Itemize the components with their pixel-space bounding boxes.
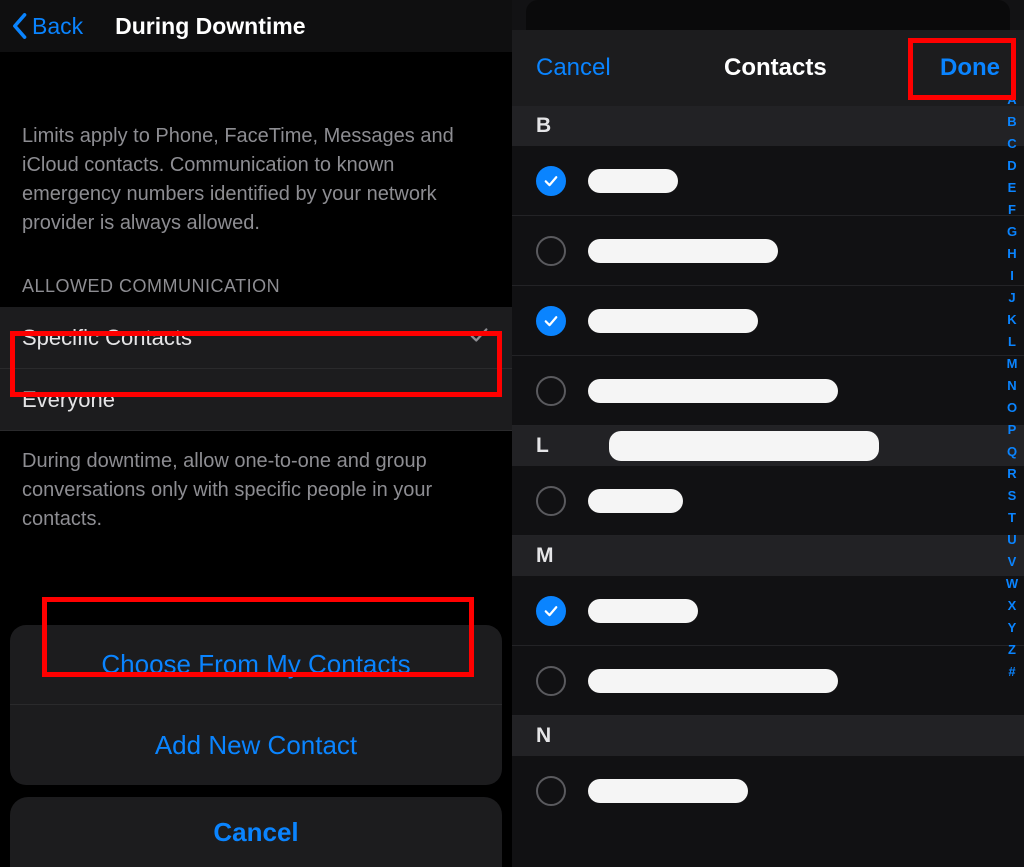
- index-letter[interactable]: D: [1007, 156, 1016, 176]
- checkbox-unchecked-icon[interactable]: [536, 486, 566, 516]
- redacted-name: [588, 779, 748, 803]
- contact-row[interactable]: [512, 356, 1024, 426]
- index-letter[interactable]: R: [1007, 464, 1016, 484]
- index-letter[interactable]: X: [1008, 596, 1017, 616]
- index-letter[interactable]: V: [1008, 552, 1017, 572]
- cancel-button[interactable]: Cancel: [536, 54, 611, 82]
- index-letter[interactable]: U: [1007, 530, 1016, 550]
- action-sheet: Choose From My Contacts Add New Contact …: [0, 625, 512, 867]
- index-letter[interactable]: L: [1008, 332, 1016, 352]
- checkbox-checked-icon[interactable]: [536, 306, 566, 336]
- done-button[interactable]: Done: [940, 54, 1000, 82]
- screenshot-container: Back During Downtime Limits apply to Pho…: [0, 0, 1024, 867]
- checkbox-unchecked-icon[interactable]: [536, 666, 566, 696]
- index-letter[interactable]: P: [1008, 420, 1017, 440]
- checkmark-icon: [468, 324, 490, 352]
- sheet-cancel-button[interactable]: Cancel: [10, 797, 502, 867]
- index-letter[interactable]: N: [1007, 376, 1016, 396]
- option-specific-contacts[interactable]: Specific Contacts: [0, 307, 512, 369]
- checkbox-checked-icon[interactable]: [536, 166, 566, 196]
- index-letter[interactable]: H: [1007, 244, 1016, 264]
- contact-row[interactable]: [512, 146, 1024, 216]
- contacts-section-header: B: [512, 106, 1024, 146]
- contact-row[interactable]: [512, 756, 1024, 826]
- option-label: Everyone: [22, 387, 115, 413]
- sheet-cancel-label: Cancel: [213, 817, 298, 848]
- redacted-name: [588, 669, 838, 693]
- footer-text: During downtime, allow one-to-one and gr…: [0, 431, 512, 534]
- contacts-title: Contacts: [724, 54, 827, 82]
- option-everyone[interactable]: Everyone: [0, 369, 512, 431]
- redacted-name: [588, 169, 678, 193]
- contact-row[interactable]: [512, 466, 1024, 536]
- alphabet-index[interactable]: ABCDEFGHIJKLMNOPQRSTUVWXYZ#: [1002, 90, 1022, 682]
- settings-pane: Back During Downtime Limits apply to Pho…: [0, 0, 512, 867]
- contact-row[interactable]: [512, 286, 1024, 356]
- contacts-section-header: N: [512, 716, 1024, 756]
- option-label: Specific Contacts: [22, 325, 192, 351]
- page-title: During Downtime: [115, 13, 305, 40]
- index-letter[interactable]: Z: [1008, 640, 1016, 660]
- chevron-left-icon: [10, 12, 28, 40]
- index-letter[interactable]: E: [1008, 178, 1017, 198]
- index-letter[interactable]: C: [1007, 134, 1016, 154]
- contact-row[interactable]: [512, 646, 1024, 716]
- description-text: Limits apply to Phone, FaceTime, Message…: [0, 52, 512, 238]
- redacted-name: [588, 379, 838, 403]
- redacted-name: [609, 431, 879, 461]
- sheet-item-label: Choose From My Contacts: [101, 649, 410, 680]
- choose-from-contacts-button[interactable]: Choose From My Contacts: [10, 625, 502, 705]
- redacted-name: [588, 599, 698, 623]
- contacts-section-header: L: [512, 426, 1024, 466]
- sheet-stack-indicator: [526, 0, 1010, 30]
- index-letter[interactable]: K: [1007, 310, 1016, 330]
- contact-row[interactable]: [512, 576, 1024, 646]
- contacts-nav-bar: Cancel Contacts Done: [512, 30, 1024, 106]
- back-label: Back: [32, 13, 83, 40]
- contacts-section-header: M: [512, 536, 1024, 576]
- index-letter[interactable]: S: [1008, 486, 1017, 506]
- redacted-name: [588, 239, 778, 263]
- index-letter[interactable]: I: [1010, 266, 1014, 286]
- index-letter[interactable]: A: [1007, 90, 1016, 110]
- checkbox-checked-icon[interactable]: [536, 596, 566, 626]
- contacts-list[interactable]: BLMN: [512, 106, 1024, 867]
- index-letter[interactable]: Y: [1008, 618, 1017, 638]
- index-letter[interactable]: F: [1008, 200, 1016, 220]
- action-sheet-group: Choose From My Contacts Add New Contact: [10, 625, 502, 785]
- add-new-contact-button[interactable]: Add New Contact: [10, 705, 502, 785]
- index-letter[interactable]: O: [1007, 398, 1017, 418]
- checkbox-unchecked-icon[interactable]: [536, 236, 566, 266]
- index-letter[interactable]: M: [1007, 354, 1018, 374]
- index-letter[interactable]: B: [1007, 112, 1016, 132]
- sheet-item-label: Add New Contact: [155, 730, 357, 761]
- checkbox-unchecked-icon[interactable]: [536, 776, 566, 806]
- back-button[interactable]: Back: [10, 12, 83, 40]
- section-header: ALLOWED COMMUNICATION: [0, 238, 512, 307]
- redacted-name: [588, 309, 758, 333]
- checkbox-unchecked-icon[interactable]: [536, 376, 566, 406]
- nav-bar: Back During Downtime: [0, 0, 512, 52]
- index-letter[interactable]: W: [1006, 574, 1018, 594]
- index-letter[interactable]: #: [1008, 662, 1015, 682]
- redacted-name: [588, 489, 683, 513]
- contacts-picker-pane: Cancel Contacts Done BLMN ABCDEFGHIJKLMN…: [512, 0, 1024, 867]
- index-letter[interactable]: J: [1008, 288, 1015, 308]
- index-letter[interactable]: Q: [1007, 442, 1017, 462]
- contact-row[interactable]: [512, 216, 1024, 286]
- index-letter[interactable]: T: [1008, 508, 1016, 528]
- index-letter[interactable]: G: [1007, 222, 1017, 242]
